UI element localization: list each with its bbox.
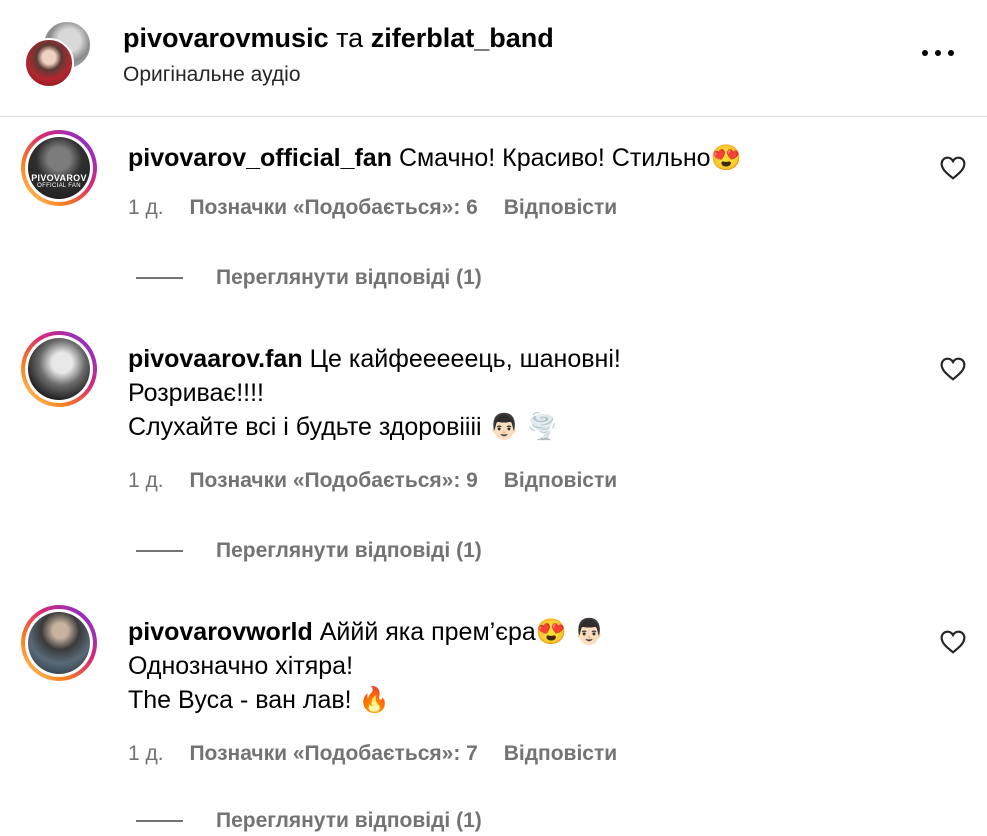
author-username-2[interactable]: ziferblat_band [371,23,554,53]
more-dot-icon [948,50,954,56]
more-dot-icon [922,50,928,56]
view-replies-label: Переглянути відповіді (1) [216,266,482,289]
comment-likes-count[interactable]: Позначки «Подобається»: 6 [189,196,477,219]
view-replies-button[interactable]: Переглянути відповіді (1) [136,263,536,293]
comment-likes-count[interactable]: Позначки «Подобається»: 9 [189,469,477,492]
comment-username[interactable]: pivovaarov.fan [128,345,303,373]
comment-line: Розриває!!!! [128,379,264,407]
more-options-button[interactable] [920,40,956,66]
comment-line: Однозначно хітяра! [128,652,354,680]
comment-line: Смачно! Красиво! Стильно😍 [398,144,742,172]
comment-username[interactable]: pivovarovworld [128,618,313,646]
comment-age[interactable]: 1 д. [128,742,164,765]
comment-avatar[interactable] [21,605,97,681]
post-header: pivovarovmusic та ziferblat_band Оригіна… [0,0,987,117]
comment-line: Аййй яка прем’єра😍 👨🏻 [319,618,605,646]
view-replies-label: Переглянути відповіді (1) [216,539,482,562]
heart-outline-icon[interactable] [940,357,966,381]
comment-text: pivovarovworld Аййй яка прем’єра😍 👨🏻 Одн… [128,615,605,717]
comment-line: Це кайфееееець, шановні! [309,345,621,373]
avatar-logo-text: PIVOVAROV [31,173,87,183]
more-dot-icon [935,50,941,56]
comment-meta: 1 д. Позначки «Подобається»: 6 Відповіст… [128,195,637,221]
comment-avatar[interactable]: PIVOVAROV OFFICIAL FAN [21,130,97,206]
post-authors: pivovarovmusic та ziferblat_band [123,22,554,54]
replies-divider [136,277,183,279]
comment-age[interactable]: 1 д. [128,196,164,219]
view-replies-button[interactable]: Переглянути відповіді (1) [136,806,536,836]
comment-text: pivovaarov.fan Це кайфееееець, шановні! … [128,342,621,444]
replies-divider [136,820,183,822]
comment-meta: 1 д. Позначки «Подобається»: 7 Відповіст… [128,741,637,767]
reply-button[interactable]: Відповісти [504,742,617,765]
comment-line: The Вуса - ван лав! 🔥 [128,686,390,714]
collaborator-avatar-front[interactable] [24,38,74,88]
view-replies-button[interactable]: Переглянути відповіді (1) [136,536,536,566]
authors-joiner: та [336,23,364,53]
avatar-logo-subtext: OFFICIAL FAN [37,183,81,189]
comment-username[interactable]: pivovarov_official_fan [128,144,392,172]
comment-text: pivovarov_official_fan Смачно! Красиво! … [128,141,742,175]
comment-age[interactable]: 1 д. [128,469,164,492]
reply-button[interactable]: Відповісти [504,469,617,492]
replies-divider [136,550,183,552]
heart-outline-icon[interactable] [940,156,966,180]
heart-outline-icon[interactable] [940,630,966,654]
comment-likes-count[interactable]: Позначки «Подобається»: 7 [189,742,477,765]
audio-label[interactable]: Оригінальне аудіо [123,62,301,88]
view-replies-label: Переглянути відповіді (1) [216,809,482,832]
author-username-1[interactable]: pivovarovmusic [123,23,329,53]
reply-button[interactable]: Відповісти [504,196,617,219]
comment-meta: 1 д. Позначки «Подобається»: 9 Відповіст… [128,468,637,494]
comment-avatar[interactable] [21,331,97,407]
comment-line: Слухайте всі і будьте здоровіііі 👨🏻 🌪️ [128,413,558,441]
